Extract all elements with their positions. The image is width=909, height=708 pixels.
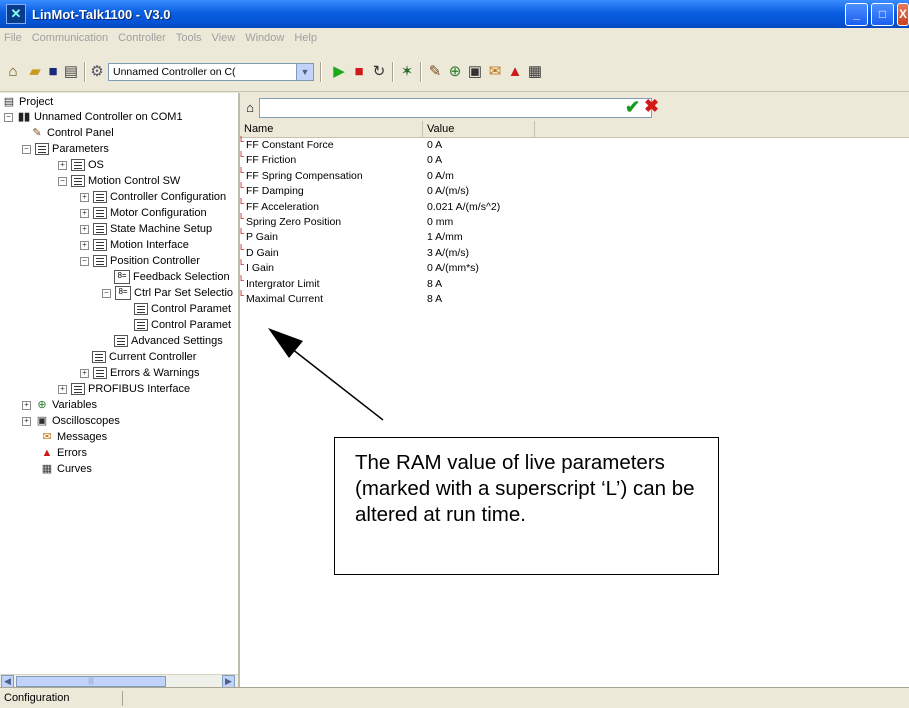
status-panel: Configuration bbox=[2, 691, 123, 706]
callout-text: The RAM value of live parameters (marked… bbox=[355, 451, 695, 526]
status-bar: Configuration bbox=[0, 687, 909, 708]
callout-arrow bbox=[268, 328, 384, 421]
callout-box: The RAM value of live parameters (marked… bbox=[334, 437, 719, 575]
